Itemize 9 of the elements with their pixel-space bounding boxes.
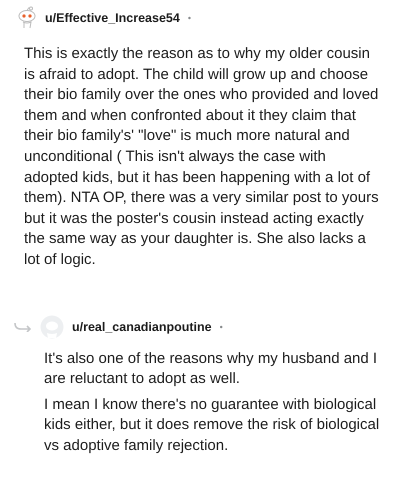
- reply-arrow-icon: [14, 322, 32, 332]
- separator-dot: •: [188, 13, 191, 23]
- separator-dot: •: [220, 322, 223, 332]
- comment-text: I mean I know there's no guarantee with biological kids either, but it does remove the risk of biological vs adoptive family rejection.: [44, 394, 380, 456]
- comment-text: It's also one of the reasons why my husband and I are reluctant to adopt as well.: [44, 348, 378, 390]
- username[interactable]: u/Effective_Increase54: [45, 11, 180, 25]
- comment-text: This is exactly the reason as to why my older cousin is afraid to adopt. The child will grow up and choose their bio family over the ones who provided and loved them and when confronted about it they claim that their bio family's' "love" is much more natural and unconditional ( This isn't always the case with adopted kids, but it has been happening with a lot of them). NTA OP, there was a very similar post to yours but it was the poster's cousin instead acting exactly the same way as your daughter is. She also lacks a lot of logic.: [24, 44, 380, 270]
- username[interactable]: u/real_canadianpoutine: [72, 320, 212, 334]
- alien-avatar-icon: [17, 6, 37, 30]
